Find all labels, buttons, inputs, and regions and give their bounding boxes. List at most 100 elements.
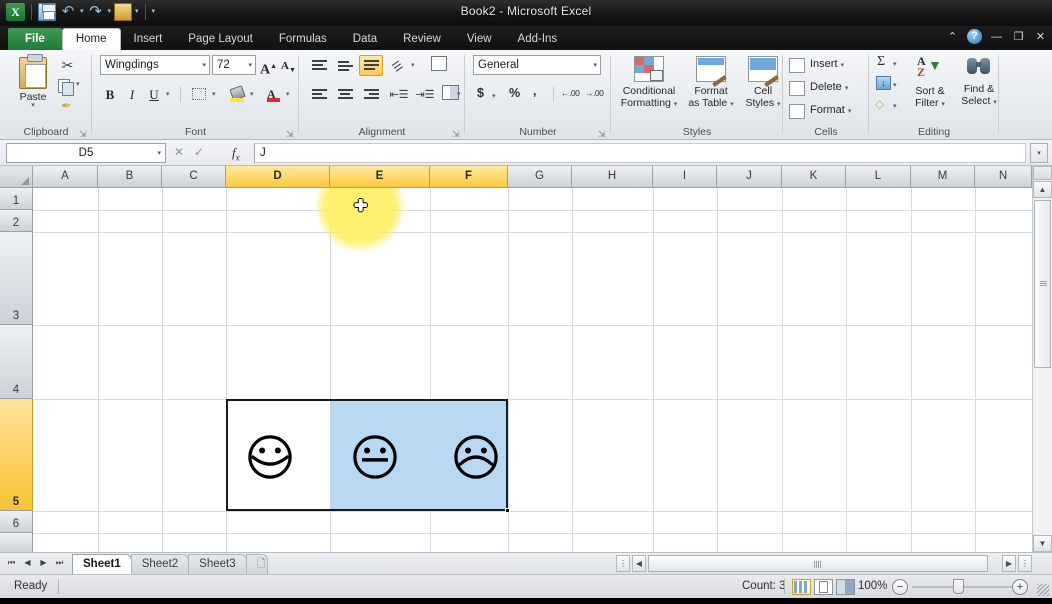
align-right-button[interactable]: [359, 84, 383, 105]
chevron-down-icon[interactable]: ▾: [593, 56, 597, 75]
cell-styles-button[interactable]: Cell Styles ▾: [741, 56, 785, 109]
split-handle-horizontal[interactable]: ⋮: [616, 555, 630, 572]
vertical-scroll-thumb[interactable]: [1034, 200, 1051, 368]
sort-filter-button[interactable]: A Z ▼ Sort & Filter ▾: [907, 54, 953, 109]
clear-dropdown-icon[interactable]: ▾: [893, 103, 897, 110]
restore-window-button[interactable]: ❐: [1011, 30, 1026, 43]
select-all-button[interactable]: [0, 166, 33, 188]
column-header-j[interactable]: J: [717, 166, 782, 188]
sheet-tab-sheet3[interactable]: Sheet3: [188, 554, 247, 574]
currency-button[interactable]: $: [477, 86, 484, 100]
fill-button[interactable]: ↓: [876, 76, 891, 90]
find-select-button[interactable]: Find & Select ▾: [957, 56, 1001, 107]
tab-data[interactable]: Data: [340, 28, 390, 50]
chevron-down-icon[interactable]: ▾: [10, 102, 56, 109]
shrink-font-button[interactable]: A▼: [279, 55, 298, 76]
fill-dropdown-icon[interactable]: ▾: [893, 82, 897, 89]
resize-tab-area-handle[interactable]: ⋮: [1018, 555, 1032, 572]
column-header-i[interactable]: I: [653, 166, 717, 188]
horizontal-scrollbar[interactable]: ⋮ ◀ ▶ ⋮: [616, 555, 1032, 573]
minimize-ribbon-icon[interactable]: ⌃: [945, 30, 960, 43]
font-size-input[interactable]: 72 ▾: [212, 55, 256, 75]
increase-decimal-button[interactable]: ←.00: [561, 88, 580, 98]
font-color-dropdown-icon[interactable]: ▾: [286, 91, 290, 98]
borders-button[interactable]: [188, 84, 210, 105]
chevron-down-icon[interactable]: ▾: [848, 108, 852, 115]
delete-cells-button[interactable]: Delete ▾: [789, 81, 849, 96]
tab-home[interactable]: Home: [61, 28, 121, 50]
tab-formulas[interactable]: Formulas: [266, 28, 340, 50]
chevron-down-icon[interactable]: ▾: [674, 101, 678, 108]
decrease-indent-button[interactable]: ⇤☰: [387, 84, 411, 105]
normal-view-button[interactable]: [792, 579, 811, 595]
vertical-scrollbar[interactable]: ▲ ▼: [1032, 166, 1052, 552]
font-name-input[interactable]: Wingdings ▾: [100, 55, 210, 75]
increase-indent-button[interactable]: ⇥☰: [413, 84, 437, 105]
number-dialog-launcher[interactable]: ⇲: [598, 129, 607, 139]
zoom-out-button[interactable]: −: [892, 579, 908, 595]
row-header-5[interactable]: 5: [0, 399, 33, 511]
row-header-1[interactable]: 1: [0, 188, 33, 210]
column-header-d[interactable]: D: [226, 166, 330, 188]
insert-function-icon[interactable]: fx: [232, 143, 240, 168]
tab-review[interactable]: Review: [390, 28, 454, 50]
sheet-tab-sheet1[interactable]: Sheet1: [72, 554, 132, 574]
orientation-button[interactable]: ☰: [387, 55, 409, 76]
italic-button[interactable]: I: [122, 84, 142, 105]
prev-sheet-button[interactable]: ◀: [20, 555, 35, 572]
currency-dropdown-icon[interactable]: ▾: [492, 93, 496, 100]
insert-cells-button[interactable]: Insert ▾: [789, 58, 844, 73]
tab-add-ins[interactable]: Add-Ins: [505, 28, 571, 50]
column-header-c[interactable]: C: [162, 166, 226, 188]
fill-color-button[interactable]: [226, 84, 248, 105]
chevron-down-icon[interactable]: ▾: [941, 101, 945, 108]
row-header-2[interactable]: 2: [0, 210, 33, 232]
autosum-button[interactable]: Σ: [877, 54, 885, 70]
percent-button[interactable]: %: [509, 86, 520, 100]
format-as-table-button[interactable]: Format as Table ▾: [683, 56, 739, 109]
format-painter-button[interactable]: ✒: [57, 96, 76, 115]
chevron-down-icon[interactable]: ▾: [248, 56, 252, 75]
row-header-3[interactable]: 3: [0, 232, 33, 325]
scroll-left-button[interactable]: ◀: [632, 555, 646, 572]
font-dialog-launcher[interactable]: ⇲: [286, 129, 295, 139]
chevron-down-icon[interactable]: ▾: [993, 99, 997, 106]
column-header-l[interactable]: L: [846, 166, 911, 188]
clear-button[interactable]: ◇: [875, 97, 884, 111]
copy-button[interactable]: [56, 76, 75, 96]
cancel-formula-icon[interactable]: ✕: [174, 143, 184, 162]
align-center-button[interactable]: [333, 84, 357, 105]
scroll-down-button[interactable]: ▼: [1033, 535, 1052, 552]
column-header-g[interactable]: G: [508, 166, 572, 188]
scroll-right-button[interactable]: ▶: [1002, 555, 1016, 572]
chevron-down-icon[interactable]: ▾: [730, 101, 734, 108]
zoom-in-button[interactable]: +: [1012, 579, 1028, 595]
underline-button[interactable]: U: [144, 84, 164, 105]
first-sheet-button[interactable]: ⏮: [4, 555, 19, 572]
cell-area[interactable]: ✚: [33, 188, 1032, 552]
column-header-b[interactable]: B: [98, 166, 162, 188]
decrease-decimal-button[interactable]: →.00: [585, 88, 604, 98]
column-header-a[interactable]: A: [33, 166, 98, 188]
page-break-view-button[interactable]: [836, 579, 855, 595]
column-header-h[interactable]: H: [572, 166, 653, 188]
column-header-e[interactable]: E: [330, 166, 430, 188]
cut-button[interactable]: ✂: [58, 56, 77, 75]
comma-button[interactable]: ,: [533, 84, 536, 98]
copy-dropdown-icon[interactable]: ▾: [76, 81, 80, 88]
grow-font-button[interactable]: A▲: [259, 55, 278, 78]
chevron-down-icon[interactable]: ▾: [202, 56, 206, 75]
page-layout-view-button[interactable]: [814, 579, 833, 595]
chevron-down-icon[interactable]: ▾: [845, 85, 849, 92]
close-window-button[interactable]: ✕: [1033, 30, 1048, 43]
new-sheet-icon[interactable]: 🗋: [245, 554, 268, 574]
zoom-slider-track[interactable]: [912, 586, 1016, 588]
number-format-select[interactable]: General ▾: [473, 55, 601, 75]
column-header-m[interactable]: M: [911, 166, 975, 188]
tab-insert[interactable]: Insert: [121, 28, 176, 50]
enter-formula-icon[interactable]: ✓: [194, 143, 204, 162]
row-header-6[interactable]: 6: [0, 511, 33, 533]
alignment-dialog-launcher[interactable]: ⇲: [452, 129, 461, 139]
horizontal-scroll-thumb[interactable]: [648, 555, 988, 572]
format-cells-button[interactable]: Format ▾: [789, 104, 852, 119]
